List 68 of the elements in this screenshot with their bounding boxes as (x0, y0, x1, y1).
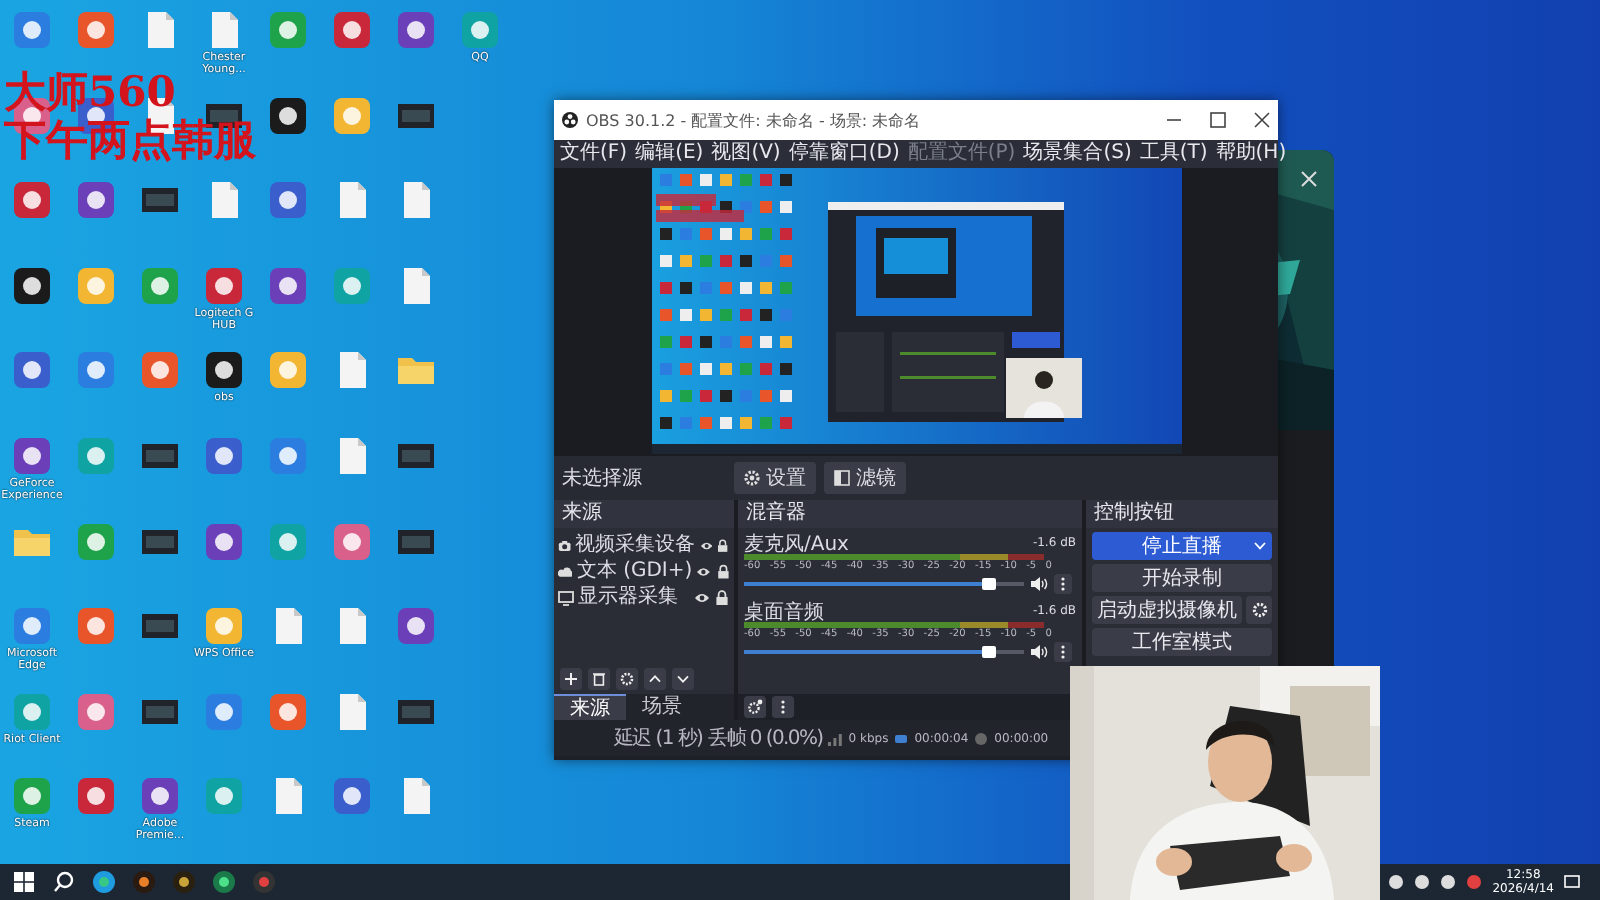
signal-icon (828, 731, 843, 745)
eye-icon[interactable] (699, 537, 713, 553)
gear-icon[interactable] (616, 668, 638, 690)
menu-item[interactable]: 文件(F) (558, 140, 630, 168)
eye-icon[interactable] (696, 563, 712, 579)
trash-icon[interactable] (588, 668, 610, 690)
monitor-icon (558, 589, 574, 605)
control-button[interactable]: 工作室模式 (1092, 628, 1272, 656)
app-icon[interactable] (268, 265, 308, 306)
control-button[interactable]: 开始录制 (1092, 564, 1272, 592)
source-item[interactable]: 文本 (GDI+) (554, 558, 734, 584)
lock-icon[interactable] (714, 589, 730, 605)
menu-item[interactable]: 工具(T) (1137, 140, 1210, 168)
window-title: OBS 30.1.2 - 配置文件: 未命名 - 场景: 未命名 (586, 109, 921, 131)
speaker-icon[interactable] (1030, 575, 1048, 591)
app-icon[interactable] (396, 10, 436, 50)
menu-item[interactable]: 帮助(H) (1213, 140, 1289, 168)
source-item[interactable]: 显示器采集 (554, 584, 734, 610)
selected-source-label: 未选择源 (562, 465, 644, 492)
settings-button[interactable] (1246, 596, 1272, 624)
app-icon[interactable] (76, 180, 116, 221)
app-icon[interactable] (140, 776, 180, 817)
app-icon[interactable] (172, 870, 196, 894)
settings-button[interactable]: 设置 (734, 462, 816, 494)
search-icon[interactable] (52, 870, 76, 894)
app-icon[interactable] (12, 265, 52, 306)
gear-icon (1251, 602, 1267, 618)
caret-icon[interactable] (1254, 542, 1266, 550)
record-icon (974, 731, 989, 745)
panel-header: 混音器 (738, 500, 1082, 528)
app-icon[interactable] (212, 870, 236, 894)
stream-icon (894, 731, 909, 745)
add-icon[interactable] (560, 668, 582, 690)
app-icon[interactable] (204, 521, 244, 562)
virtual-camera-button[interactable]: 启动虚拟摄像机 (1092, 596, 1242, 624)
channel-name: 麦克风/Aux (744, 531, 849, 557)
dropped-frames-text: 丢帧 0 (0.0%) (708, 725, 823, 752)
cloud-icon (558, 563, 573, 579)
app-icon[interactable] (204, 350, 244, 391)
app-icon[interactable] (92, 870, 116, 894)
start-icon[interactable] (12, 870, 36, 894)
delay-text: 延迟 (1 秒) (614, 725, 703, 752)
panel-header: 控制按钮 (1086, 500, 1278, 528)
app-icon[interactable] (132, 870, 156, 894)
close-icon[interactable] (1254, 112, 1270, 128)
notification-icon[interactable] (1564, 874, 1580, 890)
app-icon[interactable] (268, 95, 308, 136)
menu-item[interactable]: 编辑(E) (633, 140, 706, 168)
menu-item[interactable]: 停靠窗口(D) (786, 140, 902, 168)
dock-tab[interactable]: 来源 (554, 694, 626, 720)
lock-icon[interactable] (716, 537, 731, 553)
lock-icon[interactable] (715, 563, 730, 579)
gear-icon[interactable] (744, 696, 766, 718)
source-item[interactable]: 视频采集设备 (554, 532, 734, 558)
speaker-icon[interactable] (1030, 643, 1048, 659)
maximize-icon[interactable] (1210, 112, 1226, 128)
stop-stream-button[interactable]: 停止直播 (1092, 532, 1272, 560)
menu-item[interactable]: 场景集合(S) (1021, 140, 1134, 168)
panel-header: 来源 (554, 500, 734, 528)
obs-logo-icon (562, 112, 578, 128)
channel-name: 桌面音频 (744, 599, 824, 625)
app-icon[interactable] (396, 606, 436, 647)
eye-icon[interactable] (694, 589, 710, 605)
filters-button[interactable]: 滤镜 (824, 462, 906, 494)
menu-item[interactable]: 视图(V) (709, 140, 783, 168)
panel-icon (834, 470, 850, 486)
gear-icon (744, 470, 760, 486)
app-icon[interactable] (12, 435, 52, 476)
